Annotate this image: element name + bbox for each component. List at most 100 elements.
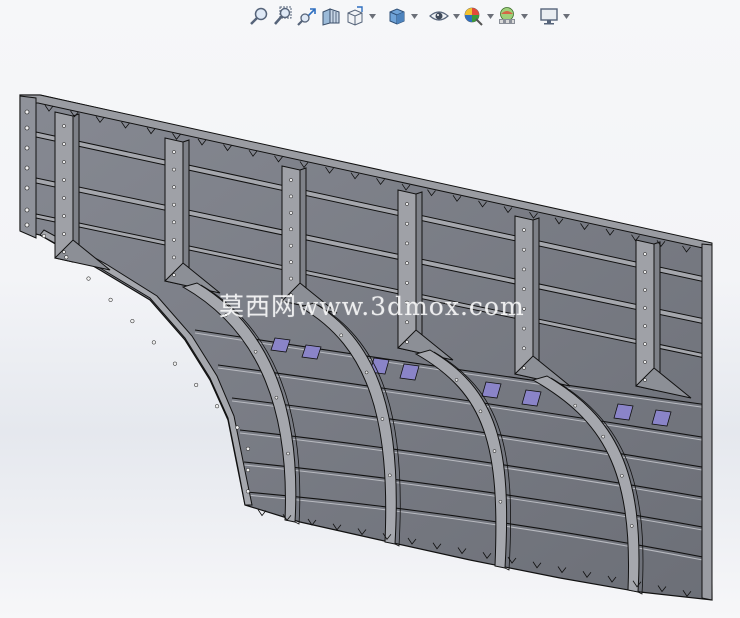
curved-edge-bolt-hole bbox=[108, 297, 113, 302]
post-hole bbox=[172, 255, 176, 260]
edit-appearance-dropdown[interactable] bbox=[486, 5, 494, 27]
post-hole bbox=[289, 276, 293, 281]
post-hole bbox=[172, 202, 176, 207]
post-hole bbox=[289, 260, 293, 264]
post-hole bbox=[289, 211, 293, 215]
post-hole bbox=[172, 150, 176, 154]
view-orientation-button[interactable] bbox=[344, 5, 366, 27]
3d-model-view[interactable] bbox=[0, 30, 740, 618]
zoom-to-area-icon bbox=[274, 6, 292, 25]
post-hole bbox=[522, 247, 526, 252]
leg-hole bbox=[498, 499, 503, 504]
leg-hole bbox=[253, 349, 258, 354]
chevron-down-icon bbox=[410, 13, 418, 19]
leg-hole bbox=[601, 434, 605, 439]
apply-scene-dropdown[interactable] bbox=[520, 5, 528, 27]
chevron-down-icon bbox=[520, 13, 528, 19]
post-hole bbox=[405, 221, 409, 226]
post-hole bbox=[643, 324, 647, 328]
curved-edge-bolt-hole bbox=[86, 276, 91, 281]
post-hole bbox=[643, 288, 647, 292]
hide-show-items-dropdown[interactable] bbox=[452, 5, 460, 27]
view-settings-button[interactable] bbox=[538, 5, 560, 27]
post-hole bbox=[172, 167, 176, 172]
display-style-dropdown[interactable] bbox=[410, 5, 418, 27]
curved-edge-bolt-hole bbox=[41, 233, 47, 239]
edge-bolt-hole bbox=[24, 145, 30, 151]
watermark-text: 莫西网www.3dmox.com bbox=[219, 292, 525, 321]
display-style-button[interactable] bbox=[386, 5, 408, 27]
appearance-sphere-icon bbox=[464, 7, 483, 26]
post-hole bbox=[643, 252, 647, 256]
post-hole bbox=[522, 326, 526, 331]
previous-view-button[interactable] bbox=[296, 5, 318, 27]
monitor-icon bbox=[540, 8, 558, 25]
curved-edge-bolt-hole bbox=[245, 446, 251, 451]
curved-edge-bolt-hole bbox=[245, 468, 251, 473]
edge-bolt-hole bbox=[24, 165, 30, 171]
post-hole bbox=[405, 241, 409, 246]
post-hole bbox=[289, 194, 293, 199]
eye-icon bbox=[429, 11, 449, 21]
post-hole bbox=[172, 220, 176, 225]
chevron-down-icon bbox=[452, 13, 460, 19]
zoom-to-area-button[interactable] bbox=[272, 5, 294, 27]
chevron-down-icon bbox=[562, 13, 570, 19]
stiffener-post bbox=[164, 137, 184, 286]
post-hole bbox=[522, 366, 526, 370]
post-hole bbox=[643, 378, 647, 382]
post-hole bbox=[62, 142, 66, 146]
post-hole bbox=[62, 214, 66, 218]
hide-show-items-button[interactable] bbox=[428, 5, 450, 27]
curved-edge-bolt-hole bbox=[245, 489, 251, 494]
post-hole bbox=[62, 178, 66, 182]
graphics-area[interactable] bbox=[0, 30, 740, 618]
zoom-to-fit-button[interactable] bbox=[248, 5, 270, 27]
leg-hole bbox=[492, 449, 497, 453]
view-orientation-dropdown[interactable] bbox=[368, 5, 376, 27]
leg-hole bbox=[364, 370, 369, 375]
leg-hole bbox=[620, 474, 624, 478]
post-hole bbox=[289, 243, 293, 248]
post-hole bbox=[172, 273, 176, 277]
stiffener-post bbox=[281, 165, 301, 306]
post-hole bbox=[62, 250, 66, 254]
scene-icon bbox=[499, 7, 515, 24]
post-hole bbox=[289, 227, 293, 232]
post-hole bbox=[643, 306, 647, 310]
post-hole bbox=[62, 196, 66, 200]
post-hole bbox=[289, 178, 293, 182]
curved-edge-bolt-hole bbox=[235, 425, 240, 430]
post-hole bbox=[405, 202, 409, 206]
edge-bolt-hole bbox=[24, 207, 30, 213]
stiffener-side bbox=[532, 217, 540, 379]
curved-edge-bolt-hole bbox=[64, 255, 69, 260]
view-settings-dropdown[interactable] bbox=[562, 5, 570, 27]
section-view-button[interactable] bbox=[320, 5, 342, 27]
post-hole bbox=[522, 346, 526, 351]
stiffener-side bbox=[72, 113, 80, 263]
leg-hole bbox=[388, 473, 392, 478]
edge-bolt-hole bbox=[24, 185, 30, 191]
leg-hole bbox=[339, 333, 343, 338]
edit-appearance-button[interactable] bbox=[462, 5, 484, 27]
post-hole bbox=[172, 238, 176, 242]
stiffener-post bbox=[397, 189, 417, 353]
leg-hole bbox=[630, 524, 634, 528]
leg-hole bbox=[573, 403, 577, 408]
post-hole bbox=[643, 342, 647, 346]
stiffener-side bbox=[653, 241, 661, 391]
edge-bolt-hole bbox=[24, 222, 30, 228]
leg-hole bbox=[274, 395, 279, 400]
leg-hole bbox=[380, 417, 385, 421]
leg-hole bbox=[454, 378, 459, 382]
chevron-down-icon bbox=[368, 13, 376, 19]
curved-edge-bolt-hole bbox=[151, 340, 156, 345]
apply-scene-button[interactable] bbox=[496, 5, 518, 27]
view-orientation-icon bbox=[347, 6, 363, 26]
leg-hole bbox=[478, 409, 483, 414]
post-hole bbox=[643, 270, 647, 274]
post-hole bbox=[522, 267, 526, 272]
post-hole bbox=[172, 185, 176, 189]
post-hole bbox=[62, 124, 66, 128]
